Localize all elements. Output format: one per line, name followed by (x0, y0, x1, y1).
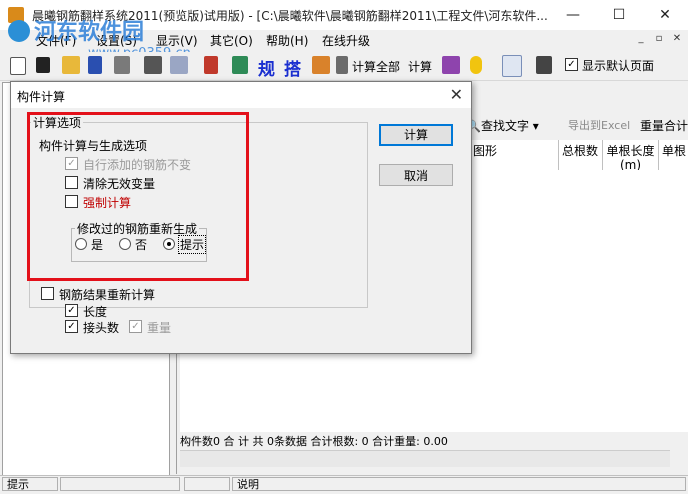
menu-online-upgrade[interactable]: 在线升级 (322, 32, 370, 49)
horizontal-scrollbar[interactable] (180, 450, 670, 467)
menu-help[interactable]: 帮助(H) (266, 32, 308, 49)
recalc-results-checkbox[interactable] (41, 287, 54, 300)
status-pane-2 (60, 477, 180, 491)
print-icon[interactable] (144, 56, 162, 74)
gui-button[interactable]: 规 (258, 55, 275, 80)
status-desc: 说明 (232, 477, 686, 491)
exit-icon[interactable] (536, 56, 552, 74)
grid-header: 图形 总根数 单根长度(m) 单根 (470, 140, 688, 172)
minimize-button[interactable]: — (550, 0, 596, 30)
col-shape[interactable]: 图形 (470, 140, 560, 170)
new-file-icon[interactable] (10, 57, 26, 75)
maximize-button[interactable]: ☐ (596, 0, 642, 30)
export-excel-button[interactable]: 导出到Excel (568, 117, 630, 133)
recalc-joints-checkbox[interactable]: ✓ (65, 320, 78, 333)
find-text-label: 查找文字 (480, 119, 529, 133)
tree-view-icon[interactable] (502, 55, 522, 77)
mdi-minimize-button[interactable]: _ (634, 32, 648, 46)
col-total-count[interactable]: 总根数 (558, 140, 602, 170)
status-hint: 提示 (2, 477, 58, 491)
recalc-length-label[interactable]: 长度 (83, 303, 107, 320)
find-text-button[interactable]: 🔍查找文字 ▾ (466, 117, 539, 134)
report-icon[interactable] (232, 56, 248, 74)
component-calc-dialog: 构件计算 ✕ 计算选项 构件计算与生成选项 ✓ 自行添加的钢筋不变 清除无效变量… (10, 81, 472, 354)
recalc-length-checkbox[interactable]: ✓ (65, 304, 78, 317)
menu-other[interactable]: 其它(O) (210, 32, 253, 49)
component-icon[interactable] (312, 56, 330, 74)
col-single[interactable]: 单根 (658, 140, 688, 170)
help-icon[interactable] (470, 56, 482, 74)
open-folder-icon[interactable] (62, 56, 80, 74)
cancel-button[interactable]: 取消 (379, 164, 453, 186)
show-default-page-checkbox[interactable]: ✓ (565, 58, 578, 71)
edit-pen-icon[interactable] (88, 56, 102, 74)
preview-icon[interactable] (114, 56, 130, 74)
calc-sheet-icon[interactable] (204, 56, 218, 74)
calc-all-icon (336, 56, 348, 74)
watermark-text: 河东软件园 (34, 20, 145, 45)
weight-total-button[interactable]: 重量合计 (640, 117, 688, 134)
grid-summary: 构件数0 合 计 共 0条数据 合计根数: 0 合计重量: 0.00 (180, 435, 448, 448)
calc-all-button[interactable]: 计算全部 (352, 58, 400, 75)
highlight-box (27, 112, 249, 281)
show-default-page-label: 显示默认页面 (582, 59, 655, 73)
recalc-weight-checkbox: ✓ (129, 320, 142, 333)
col-single-length[interactable]: 单根长度(m) (602, 140, 658, 172)
dialog-title-bar (11, 82, 471, 108)
book-icon[interactable] (442, 56, 460, 74)
save-icon[interactable] (36, 57, 50, 73)
dialog-close-icon[interactable]: ✕ (450, 85, 463, 104)
mdi-close-button[interactable]: ✕ (670, 32, 684, 46)
calc-button[interactable]: 计算 (408, 58, 432, 75)
recalc-results-label[interactable]: 钢筋结果重新计算 (59, 286, 155, 303)
watermark-logo-icon (8, 20, 30, 42)
da-button[interactable]: 搭 (284, 55, 301, 80)
recalc-joints-label[interactable]: 接头数 (83, 319, 119, 336)
mdi-restore-button[interactable]: ▫ (652, 32, 666, 46)
dialog-title: 构件计算 (17, 90, 66, 104)
calc-ok-button[interactable]: 计算 (379, 124, 453, 146)
recalc-weight-label: 重量 (147, 321, 172, 335)
status-pane-3 (184, 477, 230, 491)
close-button[interactable]: ✕ (642, 0, 688, 30)
copy-icon[interactable] (170, 56, 188, 74)
